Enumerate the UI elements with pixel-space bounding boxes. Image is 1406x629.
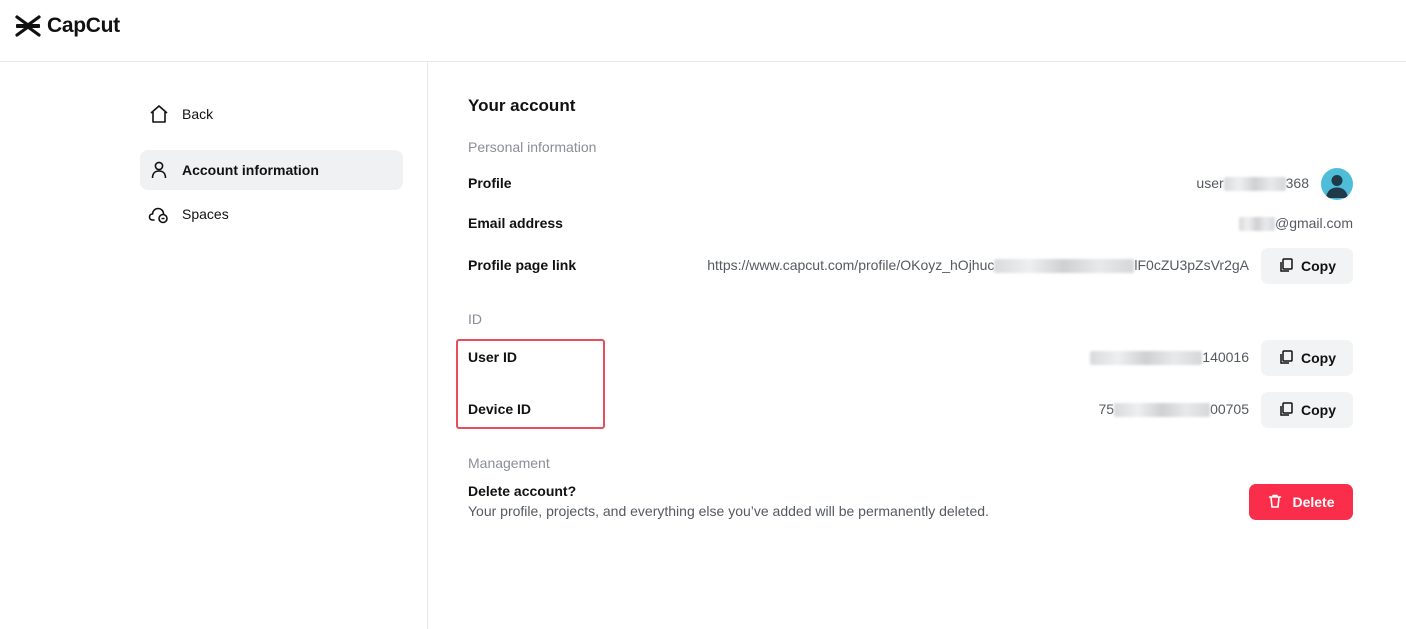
capcut-logo-icon bbox=[15, 15, 41, 37]
copy-device-id-button[interactable]: Copy bbox=[1261, 392, 1353, 428]
trash-icon bbox=[1267, 493, 1283, 512]
section-id: ID bbox=[468, 311, 482, 327]
copy-icon bbox=[1278, 401, 1294, 420]
person-icon bbox=[148, 159, 170, 181]
email-label: Email address bbox=[468, 215, 563, 231]
highlight-box bbox=[456, 339, 605, 429]
page-title: Your account bbox=[468, 96, 576, 115]
delete-account-button[interactable]: Delete bbox=[1249, 484, 1353, 520]
capcut-logo[interactable]: CapCut bbox=[15, 14, 120, 38]
brand-name: CapCut bbox=[47, 14, 120, 37]
redacted-text bbox=[1090, 351, 1203, 366]
avatar-icon bbox=[1326, 175, 1348, 198]
sidebar-item-label: Spaces bbox=[182, 206, 229, 222]
copy-user-id-button[interactable]: Copy bbox=[1261, 340, 1353, 376]
profile-page-link-label: Profile page link bbox=[468, 257, 577, 273]
redacted-text bbox=[1114, 403, 1211, 418]
section-management: Management bbox=[468, 455, 550, 471]
profile-username: user 368 bbox=[1196, 175, 1309, 192]
sidebar-item-label: Account information bbox=[182, 162, 319, 178]
email-value: @gmail.com bbox=[1238, 215, 1353, 232]
redacted-text bbox=[1238, 217, 1275, 232]
user-id-value: 140016 bbox=[1090, 349, 1249, 366]
sidebar-item-label: Back bbox=[182, 106, 214, 122]
delete-account-description: Your profile, projects, and everything e… bbox=[468, 503, 989, 519]
redacted-text bbox=[994, 259, 1135, 274]
profile-label: Profile bbox=[468, 175, 512, 191]
sidebar: Back Account information Spaces bbox=[0, 62, 428, 629]
sidebar-item-account-information[interactable]: Account information bbox=[140, 150, 403, 190]
redacted-text bbox=[1223, 177, 1286, 192]
home-icon bbox=[148, 103, 170, 125]
copy-icon bbox=[1278, 257, 1294, 276]
copy-icon bbox=[1278, 349, 1294, 368]
section-personal-information: Personal information bbox=[468, 139, 597, 155]
copy-profile-link-button[interactable]: Copy bbox=[1261, 248, 1353, 284]
sidebar-item-back[interactable]: Back bbox=[140, 94, 403, 134]
cloud-icon bbox=[148, 203, 170, 225]
profile-page-link-value: https://www.capcut.com/profile/OKoyz_hOj… bbox=[707, 257, 1249, 274]
top-bar: CapCut bbox=[0, 0, 1406, 62]
avatar[interactable] bbox=[1321, 168, 1353, 200]
sidebar-item-spaces[interactable]: Spaces bbox=[140, 194, 403, 234]
device-id-value: 75 00705 bbox=[1098, 401, 1249, 418]
delete-account-title: Delete account? bbox=[468, 483, 577, 499]
